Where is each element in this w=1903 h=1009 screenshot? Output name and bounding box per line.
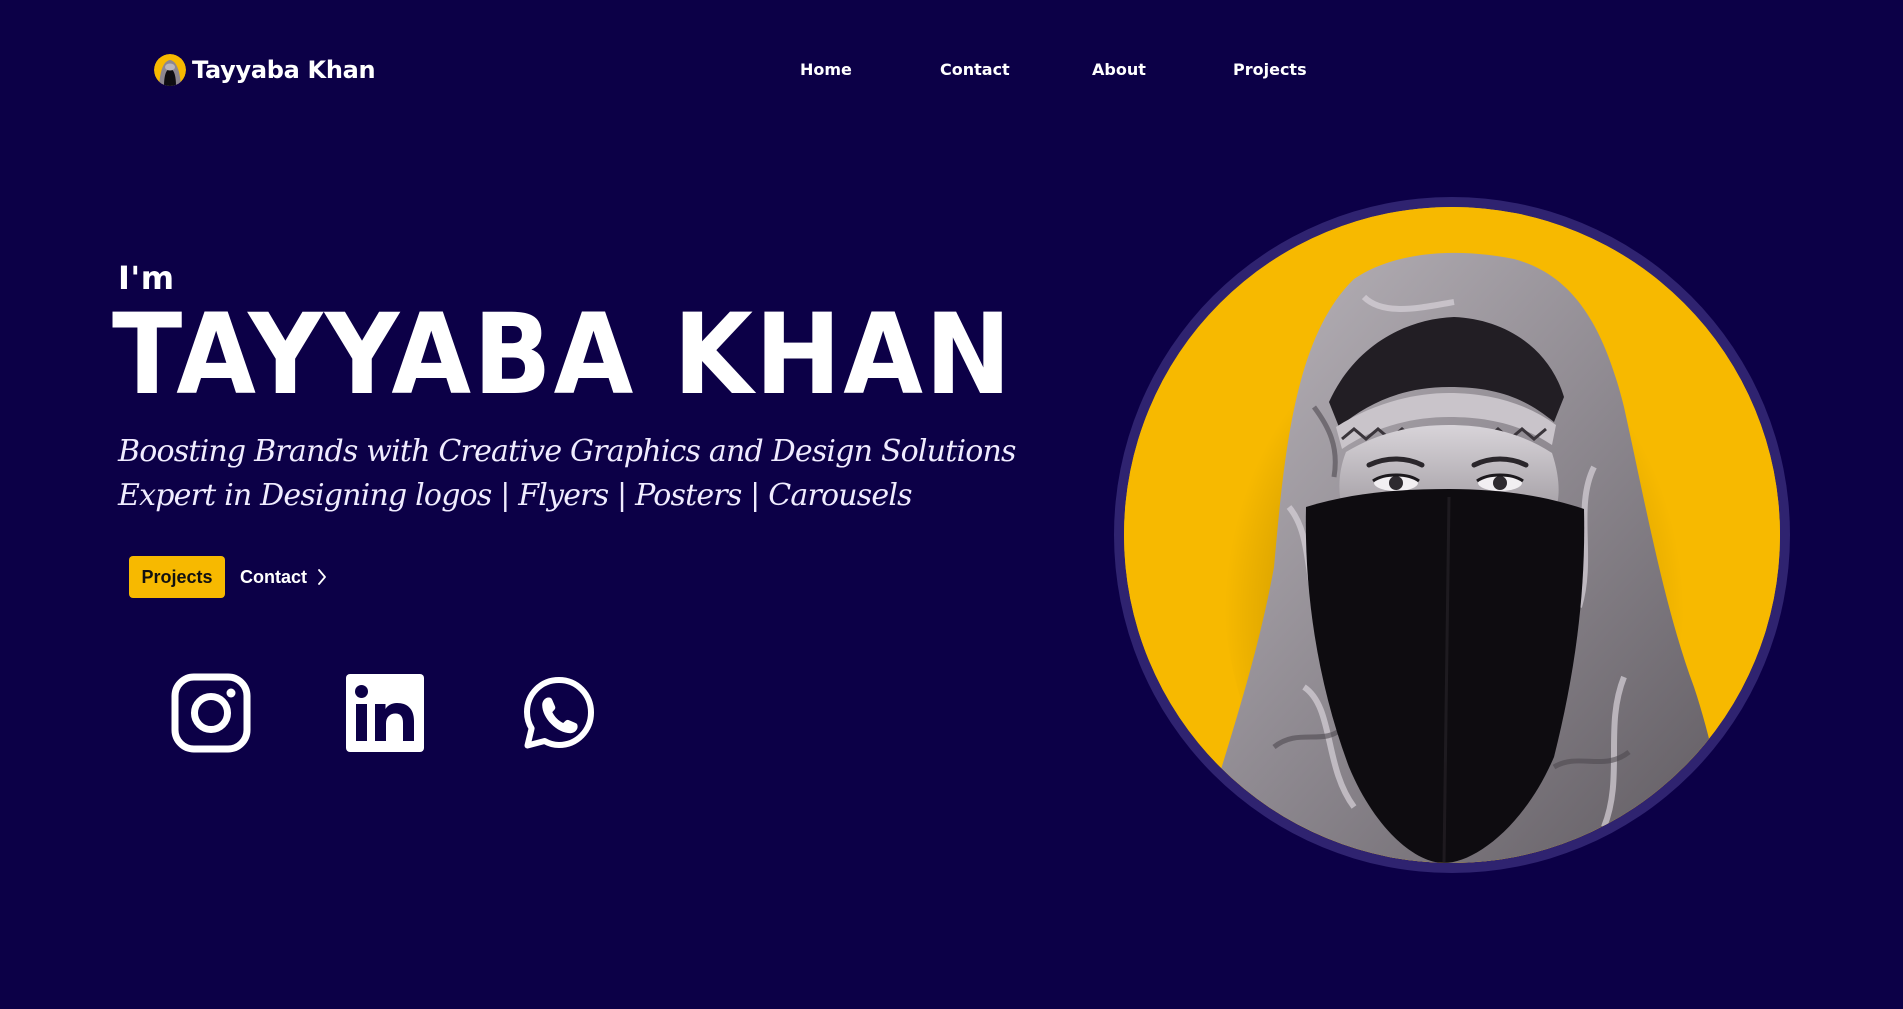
linkedin-link[interactable] bbox=[345, 673, 425, 753]
portrait-ring bbox=[1114, 197, 1790, 873]
hero-tagline-2: Expert in Designing logos | Flyers | Pos… bbox=[118, 478, 913, 513]
hero-tagline-1: Boosting Brands with Creative Graphics a… bbox=[118, 434, 1016, 469]
whatsapp-link[interactable] bbox=[519, 673, 599, 753]
nav-item-about[interactable]: About bbox=[1092, 56, 1146, 84]
instagram-link[interactable] bbox=[171, 673, 251, 753]
nav-item-projects[interactable]: Projects bbox=[1233, 56, 1307, 84]
linkedin-icon bbox=[345, 674, 425, 757]
nav-item-contact[interactable]: Contact bbox=[940, 56, 1010, 84]
contact-button-label: Contact bbox=[240, 566, 307, 587]
chevron-right-icon bbox=[317, 569, 327, 585]
contact-button[interactable]: Contact bbox=[240, 556, 327, 598]
whatsapp-icon bbox=[519, 677, 599, 757]
hero-name: TAYYABA KHAN bbox=[112, 290, 1014, 420]
projects-button[interactable]: Projects bbox=[129, 556, 225, 598]
nav-item-home[interactable]: Home bbox=[800, 56, 852, 84]
main-nav: Home Contact About Projects bbox=[0, 56, 1903, 84]
instagram-icon bbox=[171, 673, 251, 757]
profile-photo bbox=[1124, 207, 1780, 863]
